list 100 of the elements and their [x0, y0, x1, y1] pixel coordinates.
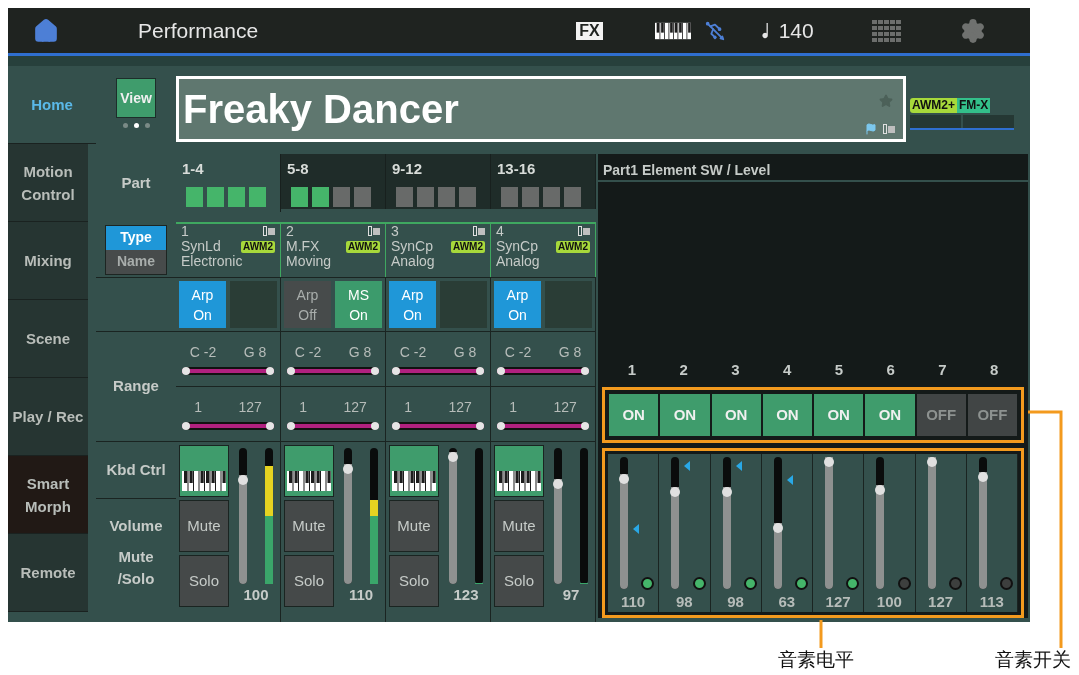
part-category: SynCp: [391, 239, 434, 254]
engine-tag: AWM2: [451, 240, 485, 253]
keyboard-control-button[interactable]: [284, 445, 334, 497]
part-name: Analog: [496, 253, 540, 269]
note-low: C -2: [189, 343, 217, 363]
part-info-cell[interactable]: 1 SynLd AWM2 Electronic: [176, 222, 281, 277]
grid-icon[interactable]: [871, 19, 902, 42]
range-slider[interactable]: [392, 422, 484, 431]
part-number: 3: [391, 224, 399, 239]
solo-button[interactable]: Solo: [389, 555, 439, 607]
performance-name-field[interactable]: Freaky Dancer: [176, 76, 906, 142]
note-high: G 8: [453, 343, 477, 363]
element-switch[interactable]: ON: [762, 394, 812, 436]
sidebar-tab[interactable]: Smart Morph: [8, 456, 88, 534]
fader-knob[interactable]: [619, 474, 629, 485]
range-slider[interactable]: [497, 367, 589, 376]
fader-knob[interactable]: [772, 523, 783, 533]
range-slider[interactable]: [392, 367, 484, 376]
display-toggle[interactable]: Type: [106, 225, 166, 250]
solo-button[interactable]: Solo: [179, 555, 229, 607]
part-info-cell[interactable]: 2 M.FX AWM2 Moving: [281, 222, 386, 277]
fader-knob[interactable]: [448, 452, 458, 463]
level-fader[interactable]: [773, 457, 782, 589]
awm-label: AWM2+: [910, 98, 957, 113]
row-label: Part: [121, 172, 151, 193]
part-group-tab[interactable]: 13-16: [491, 154, 596, 209]
note-low: C -2: [504, 343, 532, 363]
fader-knob[interactable]: [670, 487, 681, 498]
mute-button[interactable]: Mute: [494, 500, 544, 552]
note-low: C -2: [294, 343, 322, 363]
mute-button[interactable]: Mute: [179, 500, 229, 552]
level-fader[interactable]: [978, 457, 987, 589]
sidebar-tab[interactable]: Play / Rec: [8, 378, 88, 456]
level-fader[interactable]: [722, 457, 731, 589]
element-switch[interactable]: ON: [814, 394, 864, 436]
view-button[interactable]: View: [116, 78, 156, 118]
arp-button[interactable]: Arp Off: [284, 281, 331, 328]
keyboard-icon: [654, 20, 691, 41]
level-value: 127: [927, 592, 955, 612]
row-label: Range: [113, 376, 159, 397]
fader-knob[interactable]: [721, 487, 732, 498]
part-info-cell[interactable]: 4 SynCp AWM2 Analog: [491, 222, 596, 277]
fader-knob[interactable]: [824, 457, 834, 467]
home-icon[interactable]: [32, 17, 60, 44]
display-toggle[interactable]: Name: [106, 249, 166, 274]
range-slider[interactable]: [287, 367, 379, 376]
arp-button[interactable]: Arp On: [389, 281, 436, 328]
volume-fader[interactable]: [554, 448, 562, 584]
piano-keys-icon: [497, 470, 541, 492]
level-fader[interactable]: [620, 457, 628, 589]
solo-button[interactable]: Solo: [284, 555, 334, 607]
range-slider[interactable]: [182, 367, 274, 376]
fader-knob[interactable]: [553, 479, 563, 490]
mute-button[interactable]: Mute: [284, 500, 334, 552]
sidebar-tab[interactable]: Remote: [8, 534, 88, 612]
fader-knob[interactable]: [875, 484, 886, 495]
mute-button[interactable]: Mute: [389, 500, 439, 552]
volume-fader[interactable]: [344, 448, 352, 584]
level-fader[interactable]: [927, 457, 936, 589]
range-slider[interactable]: [287, 422, 379, 431]
fx-indicator[interactable]: FX: [576, 21, 603, 40]
level-fader[interactable]: [671, 457, 680, 589]
range-slider[interactable]: [497, 422, 589, 431]
fader-knob[interactable]: [238, 475, 248, 486]
part-group-tab[interactable]: 9-12: [386, 154, 491, 209]
tempo-value[interactable]: 140: [778, 14, 814, 47]
fader-knob[interactable]: [977, 471, 988, 482]
keyboard-control-button[interactable]: [389, 445, 439, 497]
element-switch[interactable]: ON: [711, 394, 761, 436]
sidebar-tab[interactable]: Motion Control: [8, 144, 88, 222]
memory-icon: [473, 226, 485, 236]
settings-icon[interactable]: [959, 17, 986, 44]
element-switch[interactable]: ON: [865, 394, 915, 436]
panel-title: Part1 Element SW / Level: [598, 154, 1028, 182]
volume-fader[interactable]: [449, 448, 457, 584]
sidebar-tab[interactable]: Scene: [8, 300, 88, 378]
row-label: Volume: [109, 516, 163, 536]
volume-fader[interactable]: [239, 448, 247, 584]
sidebar-tab[interactable]: Mixing: [8, 222, 88, 300]
part-info-cell[interactable]: 3 SynCp AWM2 Analog: [386, 222, 491, 277]
element-switch[interactable]: OFF: [916, 394, 966, 436]
keyboard-control-button[interactable]: [494, 445, 544, 497]
arp-button[interactable]: Arp On: [179, 281, 226, 328]
element-switch[interactable]: ON: [660, 394, 710, 436]
solo-button[interactable]: Solo: [494, 555, 544, 607]
fader-knob[interactable]: [926, 457, 937, 467]
note-low: C -2: [399, 343, 427, 363]
memory-icon: [578, 226, 590, 236]
keyboard-control-button[interactable]: [179, 445, 229, 497]
fader-knob[interactable]: [343, 464, 353, 475]
volume-value: 110: [348, 585, 374, 605]
arp-button[interactable]: Arp On: [494, 281, 541, 328]
level-fader[interactable]: [876, 457, 885, 589]
part-group-tab[interactable]: 5-8: [281, 154, 386, 209]
element-switch[interactable]: ON: [609, 394, 659, 436]
range-slider[interactable]: [182, 422, 274, 431]
element-switch[interactable]: OFF: [967, 394, 1017, 436]
ms-button[interactable]: MS On: [335, 281, 382, 328]
callout-label: 音素电平: [778, 648, 854, 672]
velocity-low: 1: [299, 398, 307, 418]
